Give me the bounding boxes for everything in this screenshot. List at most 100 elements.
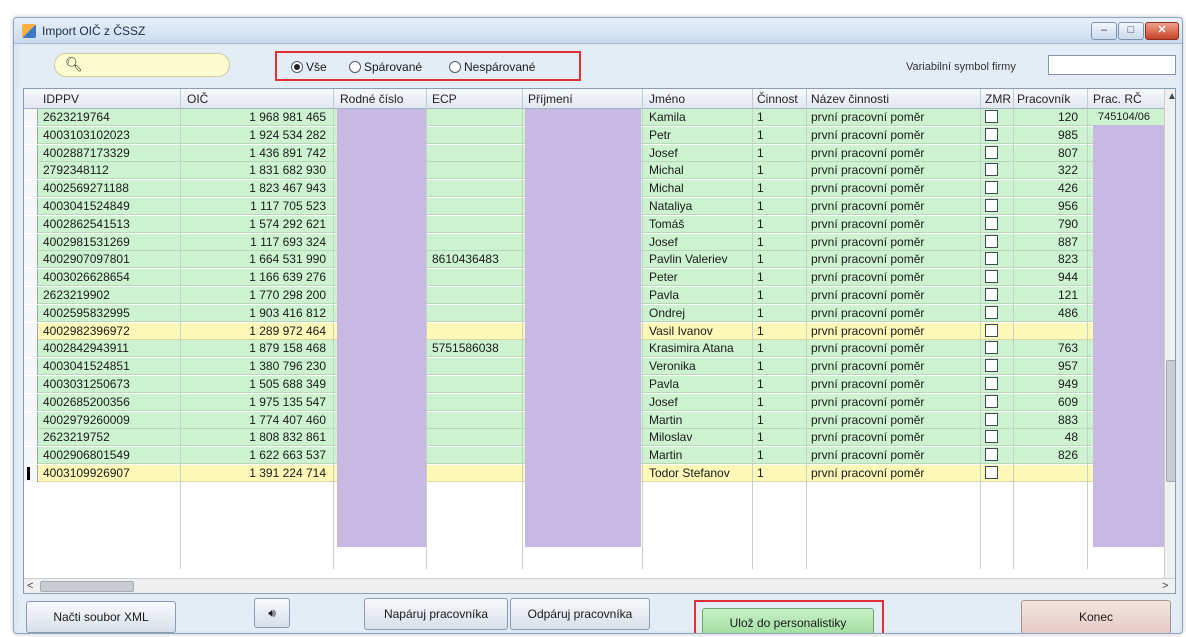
cell-first-name[interactable]: Veronika (646, 358, 750, 374)
cell-employee[interactable]: 120 (1019, 109, 1081, 125)
row-selector[interactable] (24, 447, 38, 465)
cell-activity-name[interactable]: první pracovní poměr (808, 305, 978, 321)
cell-activity-name[interactable]: první pracovní poměr (808, 251, 978, 267)
cell-activity-name[interactable]: první pracovní poměr (808, 234, 978, 250)
scroll-up-icon[interactable]: ▲ (1167, 91, 1175, 102)
cell-oic[interactable]: 1 831 682 930 (184, 162, 330, 178)
cell-ecp[interactable] (429, 162, 519, 178)
cell-activity[interactable]: 1 (754, 287, 794, 303)
cell-first-name[interactable]: Nataliya (646, 198, 750, 214)
pair-employee-button[interactable]: Napáruj pracovníka (364, 598, 508, 630)
cell-ecp[interactable] (429, 198, 519, 214)
row-selector[interactable] (24, 198, 38, 215)
cell-oic[interactable]: 1 117 705 523 (184, 198, 330, 214)
cell-employee[interactable]: 944 (1019, 269, 1081, 285)
cell-oic[interactable]: 1 391 224 714 (184, 465, 330, 481)
cell-oic[interactable]: 1 968 981 465 (184, 109, 330, 125)
cell-activity[interactable]: 1 (754, 412, 794, 428)
cell-activity-name[interactable]: první pracovní poměr (808, 447, 978, 463)
row-selector[interactable] (24, 215, 38, 233)
cell-activity-name[interactable]: první pracovní poměr (808, 465, 978, 481)
column-separator[interactable] (806, 89, 807, 109)
column-header-birth-number[interactable]: Rodné číslo (337, 89, 403, 109)
column-separator[interactable] (333, 89, 334, 109)
vertical-scrollbar[interactable]: ▲ (1164, 89, 1175, 579)
save-to-hr-button[interactable]: Ulož do personalistiky (702, 608, 874, 633)
vertical-scroll-thumb[interactable] (1166, 360, 1175, 482)
cell-employee[interactable]: 883 (1019, 412, 1081, 428)
cell-first-name[interactable]: Vasil Ivanov (646, 323, 750, 339)
cell-ecp[interactable] (429, 429, 519, 445)
cell-first-name[interactable]: Miloslav (646, 429, 750, 445)
zmr-checkbox[interactable] (985, 199, 998, 212)
cell-activity-name[interactable]: první pracovní poměr (808, 412, 978, 428)
cell-employee[interactable]: 823 (1019, 251, 1081, 267)
cell-activity[interactable]: 1 (754, 127, 794, 143)
row-selector[interactable] (24, 322, 38, 340)
cell-first-name[interactable]: Peter (646, 269, 750, 285)
cell-activity-name[interactable]: první pracovní poměr (808, 323, 978, 339)
cell-first-name[interactable]: Martin (646, 412, 750, 428)
cell-idppv[interactable]: 2623219752 (40, 429, 180, 445)
cell-first-name[interactable]: Josef (646, 145, 750, 161)
column-header-employee[interactable]: Pracovník (1014, 89, 1070, 109)
cell-employee[interactable]: 426 (1019, 180, 1081, 196)
row-selector[interactable] (24, 465, 38, 482)
cell-employee[interactable]: 807 (1019, 145, 1081, 161)
cell-activity[interactable]: 1 (754, 340, 794, 356)
cell-employee[interactable]: 957 (1019, 358, 1081, 374)
scroll-left-icon[interactable]: < (27, 580, 33, 592)
cell-employee[interactable]: 322 (1019, 162, 1081, 178)
column-header-oic[interactable]: OIČ (184, 89, 208, 109)
column-separator[interactable] (180, 89, 181, 109)
column-header-first-name[interactable]: Jméno (646, 89, 685, 109)
cell-oic[interactable]: 1 664 531 990 (184, 251, 330, 267)
cell-activity[interactable]: 1 (754, 145, 794, 161)
cell-activity-name[interactable]: první pracovní poměr (808, 429, 978, 445)
cell-first-name[interactable]: Pavla (646, 376, 750, 392)
cell-activity[interactable]: 1 (754, 394, 794, 410)
cell-activity-name[interactable]: první pracovní poměr (808, 358, 978, 374)
zmr-checkbox[interactable] (985, 163, 998, 177)
row-selector[interactable] (24, 233, 38, 251)
cell-activity[interactable]: 1 (754, 198, 794, 214)
filter-radio-paired[interactable]: Spárované (349, 60, 422, 74)
cell-ecp[interactable] (429, 216, 519, 232)
cell-first-name[interactable]: Pavla (646, 287, 750, 303)
cell-first-name[interactable]: Pavlin Valeriev (646, 251, 750, 267)
cell-employee[interactable]: 887 (1019, 234, 1081, 250)
zmr-checkbox[interactable] (985, 270, 998, 284)
cell-activity[interactable]: 1 (754, 429, 794, 445)
cell-ecp[interactable]: 8610436483 (429, 251, 519, 267)
row-selector[interactable] (24, 269, 38, 287)
cell-employee[interactable]: 949 (1019, 376, 1081, 392)
cell-ecp[interactable] (429, 376, 519, 392)
cell-first-name[interactable]: Petr (646, 127, 750, 143)
cell-oic[interactable]: 1 380 796 230 (184, 358, 330, 374)
cell-idppv[interactable]: 4002842943911 (40, 340, 180, 356)
row-selector[interactable] (24, 287, 38, 304)
row-selector[interactable] (24, 109, 38, 126)
cell-idppv[interactable]: 4002685200356 (40, 394, 180, 410)
cell-idppv[interactable]: 4002862541513 (40, 216, 180, 232)
cell-employee[interactable]: 48 (1019, 429, 1081, 445)
cell-activity[interactable]: 1 (754, 216, 794, 232)
row-selector[interactable] (24, 429, 38, 447)
zmr-checkbox[interactable] (985, 145, 998, 159)
row-selector[interactable] (24, 144, 38, 162)
horizontal-scrollbar[interactable]: < > (24, 578, 1175, 593)
cell-ecp[interactable] (429, 234, 519, 250)
cell-oic[interactable]: 1 622 663 537 (184, 447, 330, 463)
cell-activity-name[interactable]: první pracovní poměr (808, 162, 978, 178)
cell-oic[interactable]: 1 574 292 621 (184, 216, 330, 232)
cell-ecp[interactable] (429, 465, 519, 481)
cell-first-name[interactable]: Josef (646, 234, 750, 250)
cell-idppv[interactable]: 4003031250673 (40, 376, 180, 392)
title-bar[interactable]: Import OIČ z ČSSZ – □ ✕ (14, 18, 1182, 44)
cell-employee[interactable]: 826 (1019, 447, 1081, 463)
zmr-checkbox[interactable] (985, 341, 998, 355)
row-selector[interactable] (24, 162, 38, 180)
cell-activity-name[interactable]: první pracovní poměr (808, 180, 978, 196)
cell-oic[interactable]: 1 770 298 200 (184, 287, 330, 303)
cell-idppv[interactable]: 4002887173329 (40, 145, 180, 161)
